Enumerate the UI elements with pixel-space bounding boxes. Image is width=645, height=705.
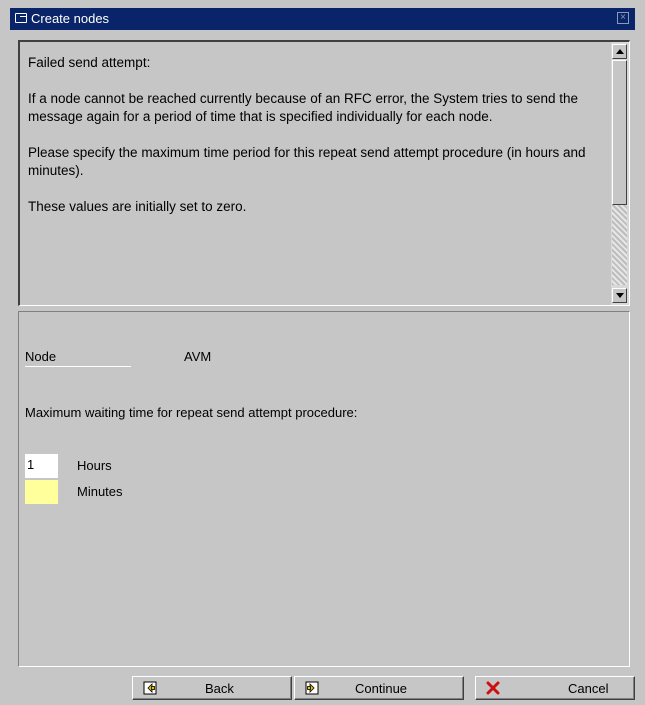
help-text-panel: Failed send attempt: If a node cannot be… xyxy=(18,40,630,306)
create-nodes-icon xyxy=(15,13,27,23)
scroll-up-button[interactable] xyxy=(612,44,627,59)
help-paragraph: Failed send attempt: xyxy=(28,55,151,70)
cancel-x-icon xyxy=(486,681,500,695)
cancel-label: Cancel xyxy=(568,681,609,696)
node-form: Node AVM Maximum waiting time for repeat… xyxy=(18,311,630,667)
node-value: AVM xyxy=(184,349,212,364)
help-paragraph: Please specify the maximum time period f… xyxy=(28,145,586,178)
cancel-button[interactable]: Cancel xyxy=(475,676,635,700)
arrow-up-icon xyxy=(616,49,624,54)
hours-input[interactable]: 1 xyxy=(25,454,58,478)
title-bar: Create nodes × xyxy=(10,8,635,30)
scroll-down-button[interactable] xyxy=(612,288,627,303)
continue-icon xyxy=(305,681,319,695)
minutes-label: Minutes xyxy=(77,484,123,499)
help-text: Failed send attempt: If a node cannot be… xyxy=(28,54,598,234)
scroll-thumb[interactable] xyxy=(612,60,627,205)
help-scrollbar[interactable] xyxy=(611,42,629,305)
back-button[interactable]: Back xyxy=(132,676,292,700)
node-label-underline xyxy=(25,366,131,367)
help-paragraph: If a node cannot be reached currently be… xyxy=(28,91,579,124)
minutes-input[interactable] xyxy=(25,480,58,504)
back-label: Back xyxy=(205,681,234,696)
continue-label: Continue xyxy=(355,681,408,696)
arrow-down-icon xyxy=(616,293,624,298)
create-nodes-dialog: Create nodes × Failed send attempt: If a… xyxy=(10,8,635,703)
max-wait-label: Maximum waiting time for repeat send att… xyxy=(25,405,358,420)
window-title: Create nodes xyxy=(31,11,110,26)
node-label: Node xyxy=(25,349,57,364)
continue-button[interactable]: Continue xyxy=(294,676,464,700)
hours-label: Hours xyxy=(77,458,112,473)
scroll-track[interactable] xyxy=(612,205,627,285)
close-icon[interactable]: × xyxy=(617,12,629,24)
help-paragraph: These values are initially set to zero. xyxy=(28,199,247,214)
back-icon xyxy=(143,681,157,695)
